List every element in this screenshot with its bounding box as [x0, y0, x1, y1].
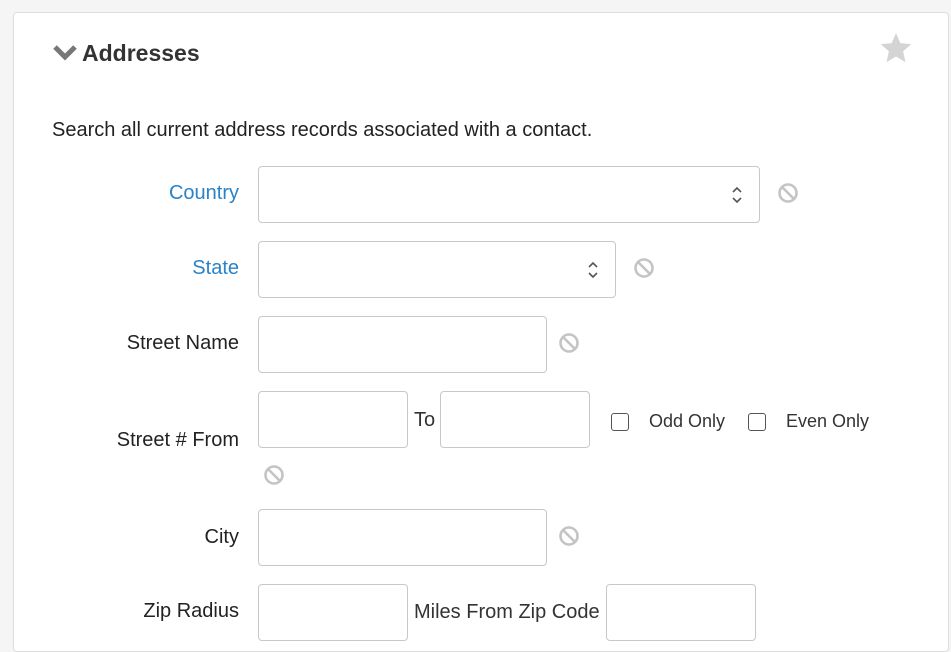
- country-select[interactable]: [258, 166, 760, 223]
- state-label[interactable]: State: [39, 257, 239, 280]
- state-clear-icon[interactable]: [633, 257, 655, 279]
- zip-radius-miles-input[interactable]: [258, 584, 408, 641]
- even-only-label[interactable]: Even Only: [786, 411, 869, 432]
- street-name-label: Street Name: [126, 332, 239, 354]
- odd-only-label[interactable]: Odd Only: [649, 411, 725, 432]
- street-number-label: Street # From: [116, 429, 239, 451]
- select-arrows-icon: [588, 261, 598, 279]
- street-number-to-input[interactable]: [440, 391, 590, 448]
- zip-radius-label: Zip Radius: [143, 600, 239, 622]
- addresses-panel: Addresses Search all current address rec…: [13, 12, 949, 652]
- chevron-down-icon[interactable]: [52, 43, 78, 63]
- street-name-input[interactable]: [258, 316, 547, 373]
- section-description: Search all current address records assoc…: [52, 119, 593, 141]
- street-name-clear-icon[interactable]: [558, 332, 580, 354]
- street-number-from-input[interactable]: [258, 391, 408, 448]
- star-icon[interactable]: [879, 31, 913, 65]
- state-select[interactable]: [258, 241, 616, 298]
- street-number-clear-icon[interactable]: [263, 464, 285, 486]
- section-title[interactable]: Addresses: [82, 40, 200, 67]
- city-clear-icon[interactable]: [558, 525, 580, 547]
- even-only-checkbox[interactable]: [748, 413, 766, 431]
- city-input[interactable]: [258, 509, 547, 566]
- zip-code-input[interactable]: [606, 584, 756, 641]
- country-label[interactable]: Country: [39, 182, 239, 205]
- city-label: City: [204, 526, 239, 548]
- select-arrows-icon: [732, 186, 742, 204]
- street-number-to-label: To: [414, 409, 436, 431]
- country-clear-icon[interactable]: [777, 182, 799, 204]
- odd-only-checkbox[interactable]: [611, 413, 629, 431]
